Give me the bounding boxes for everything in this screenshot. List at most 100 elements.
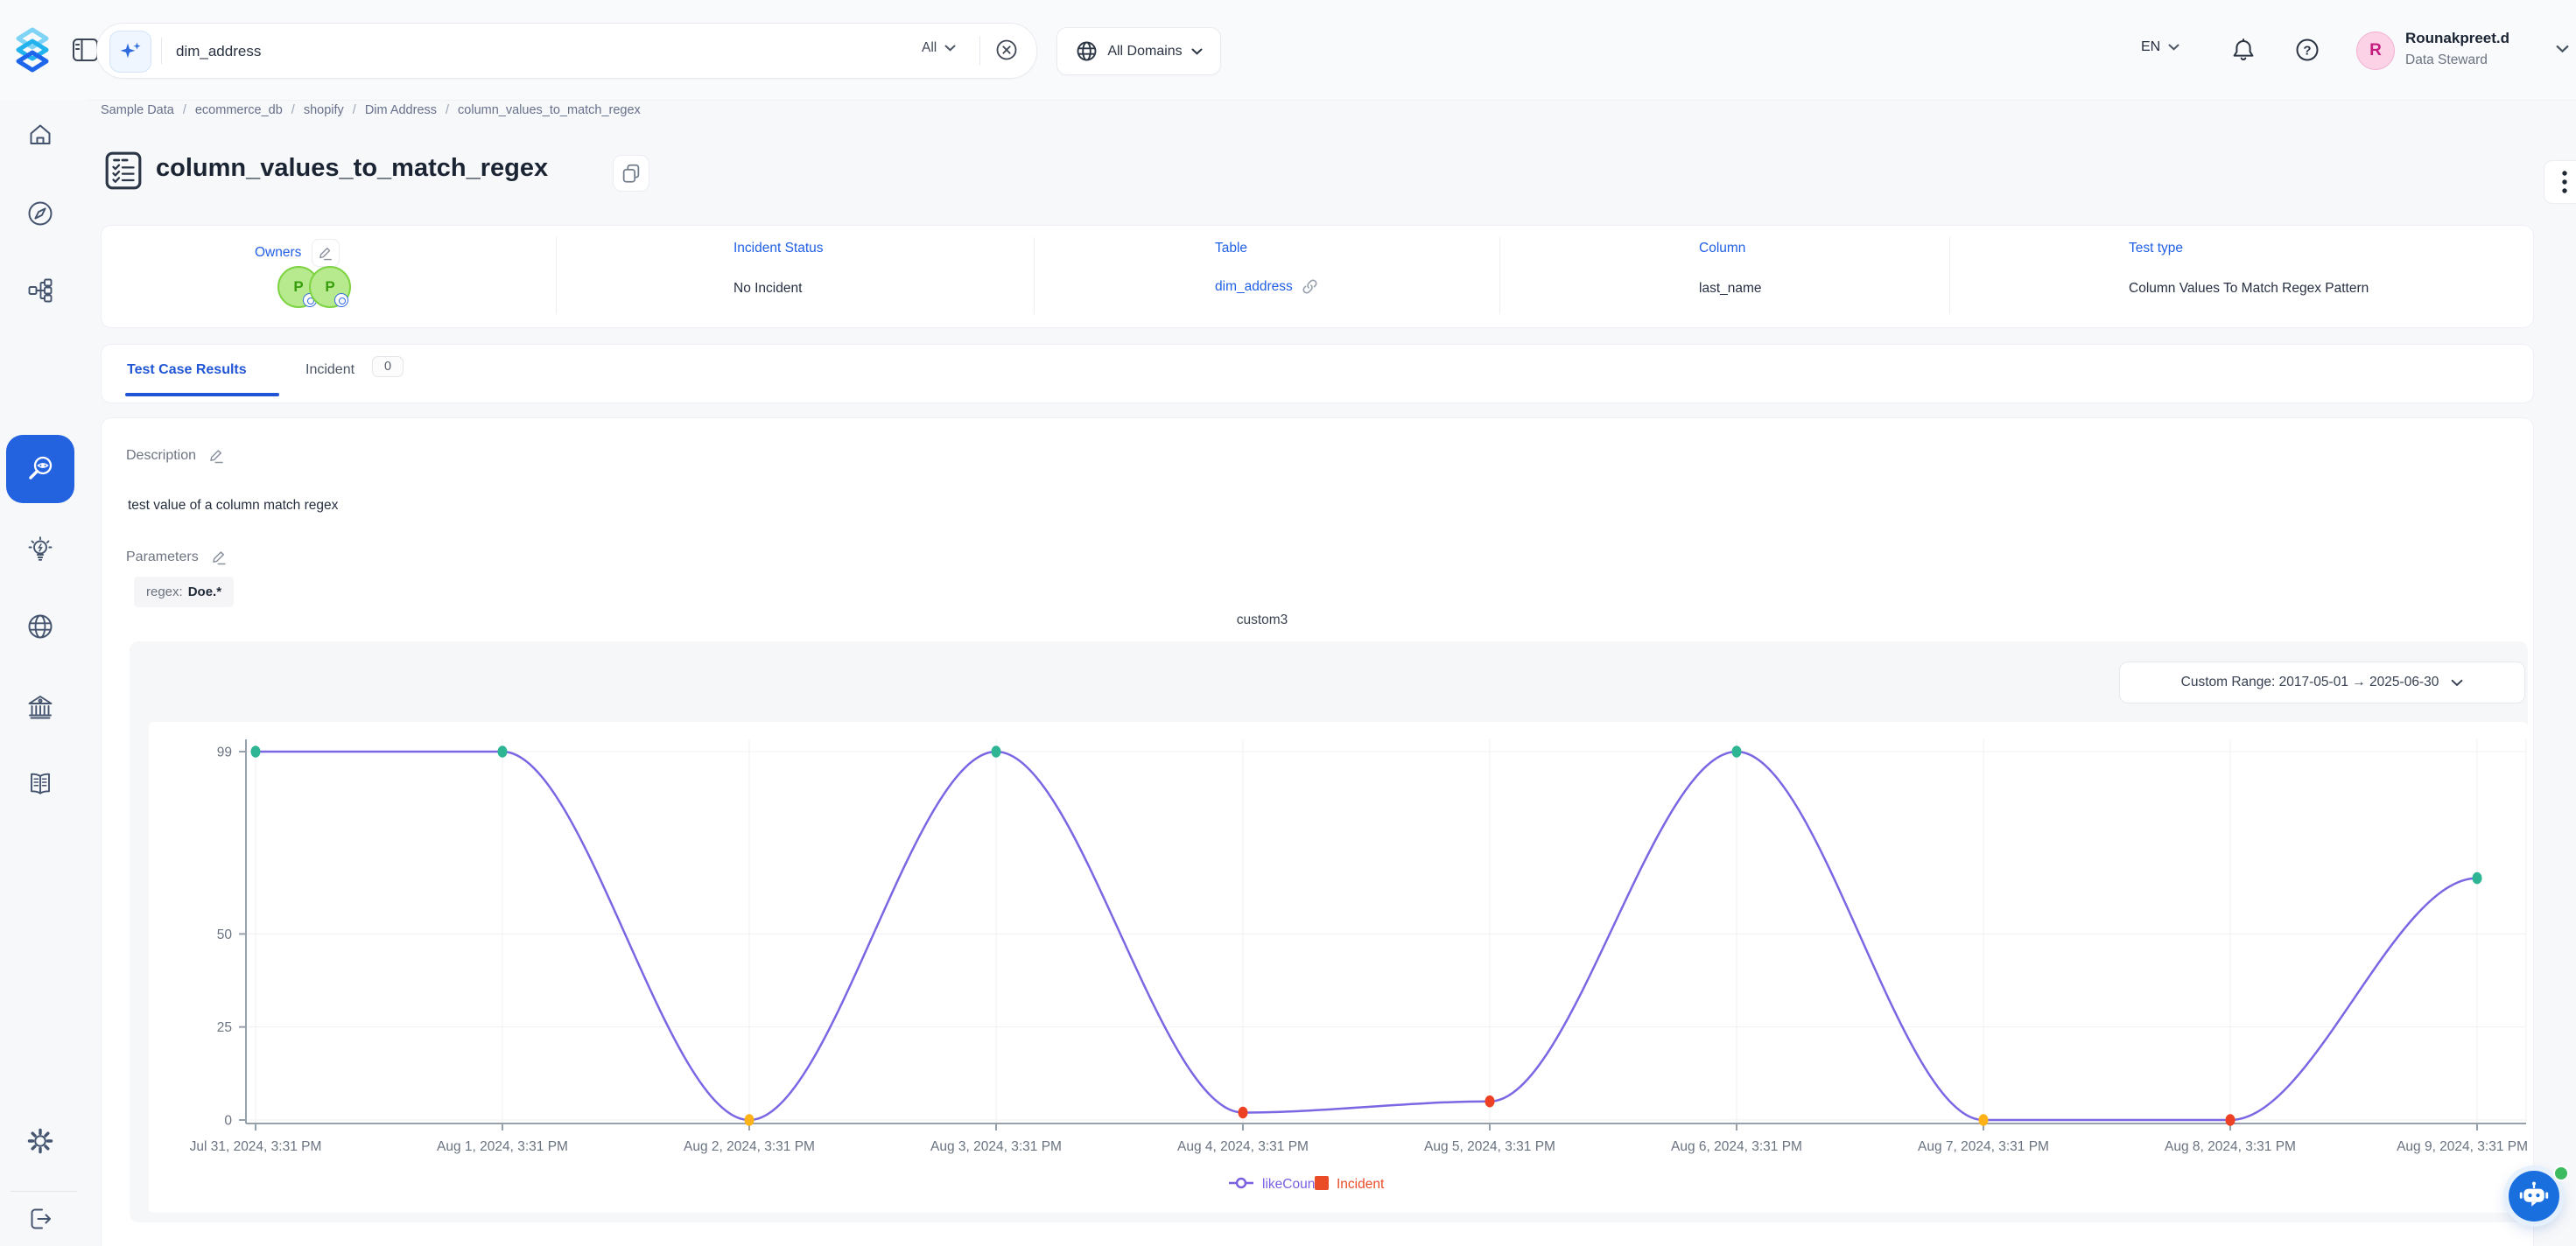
search-divider [161,38,162,64]
data-point[interactable] [1979,1114,1989,1126]
owner-initial: P [325,278,334,296]
test-type-value: Column Values To Match Regex Pattern [2129,281,2369,297]
legend-incident[interactable]: Incident [1337,1177,1385,1192]
copy-icon [620,162,642,185]
legend-likecount[interactable]: likeCount [1262,1177,1319,1192]
observability-magnifier-eye-icon [23,452,58,486]
chevron-down-icon [944,45,956,52]
user-menu-chevron-icon[interactable] [2556,45,2569,53]
x-tick-label: Aug 6, 2024, 3:31 PM [1671,1139,1802,1154]
data-point[interactable] [1485,1096,1495,1108]
clear-search-icon[interactable] [996,39,1017,60]
breadcrumb-item[interactable]: Dim Address [365,103,437,117]
sidebar-item-explore[interactable] [25,199,55,228]
openmetadata-logo[interactable] [12,26,53,75]
x-tick-label: Aug 9, 2024, 3:31 PM [2397,1139,2528,1154]
edit-owners-button[interactable] [312,239,340,267]
chart-plot-area: 0255099Jul 31, 2024, 3:31 PMAug 1, 2024,… [149,722,2528,1213]
user-name: Rounakpreet.d [2405,30,2509,47]
likecount-series-line [256,752,2477,1120]
summary-card: Owners P P Incident Status No Incident T… [101,225,2534,328]
tab-test-case-results[interactable]: Test Case Results [127,362,247,378]
globe-icon [1075,39,1098,63]
owner-badge-icon [334,293,348,307]
sidebar-item-govern[interactable] [25,692,55,722]
breadcrumb-item[interactable]: column_values_to_match_regex [458,103,641,117]
language-selector[interactable]: EN [2141,39,2179,55]
active-tab-underline [125,393,279,396]
all-domains-label: All Domains [1107,44,1182,60]
link-icon [1302,278,1318,295]
tab-incident[interactable]: Incident [305,362,354,378]
ai-search-button[interactable] [109,31,151,73]
user-avatar[interactable]: R [2356,32,2395,70]
data-point[interactable] [745,1114,755,1126]
breadcrumb-item[interactable]: ecommerce_db [195,103,283,117]
edit-parameters-pencil-icon[interactable] [211,549,228,565]
description-text: test value of a column match regex [128,498,338,514]
description-header: Description [126,447,225,464]
table-link[interactable]: dim_address [1215,279,1293,295]
search-input[interactable] [174,36,965,67]
data-point[interactable] [992,746,1001,758]
breadcrumb-item[interactable]: Sample Data [101,103,174,117]
kebab-menu-icon [2560,169,2569,195]
chevron-down-icon [2451,679,2463,687]
assistant-status-dot [2553,1166,2569,1181]
all-domains-button[interactable]: All Domains [1056,27,1221,75]
data-point[interactable] [1239,1107,1248,1119]
data-point[interactable] [1732,746,1742,758]
breadcrumb-item[interactable]: shopify [304,103,344,117]
logout-icon[interactable] [25,1204,55,1234]
incident-status-label: Incident Status [733,241,824,256]
copy-name-button[interactable] [613,155,649,192]
settings-gear-icon[interactable] [25,1126,55,1156]
sidebar-item-glossary[interactable] [25,769,55,799]
top-bar: All All Domains EN [0,0,2576,101]
parameters-label: Parameters [126,550,199,565]
search-scope-dropdown[interactable]: All [922,40,956,56]
sidebar-item-home[interactable] [25,120,55,150]
chevron-down-icon [2168,44,2179,51]
tabs-bar: Test Case Results Incident 0 [101,344,2534,403]
x-tick-label: Aug 8, 2024, 3:31 PM [2165,1139,2296,1154]
breadcrumb-separator: / [183,103,186,117]
summary-divider [1034,237,1035,314]
sidebar-item-insights[interactable] [25,535,55,564]
chart-title: custom3 [0,612,2524,628]
x-tick-label: Aug 1, 2024, 3:31 PM [437,1139,568,1154]
sidebar-item-lineage[interactable] [25,276,55,305]
owners-header: Owners [255,239,340,267]
x-tick-label: Aug 3, 2024, 3:31 PM [930,1139,1062,1154]
app-root: All All Domains EN [0,0,2576,1246]
description-label: Description [126,448,196,464]
ai-assistant-button[interactable] [2509,1171,2559,1222]
sidebar-divider [11,1191,77,1192]
y-tick-label: 99 [217,746,232,760]
data-point[interactable] [498,746,508,758]
breadcrumb-separator: / [291,103,295,117]
robot-icon [2517,1180,2551,1213]
more-actions-button[interactable] [2544,160,2576,204]
svg-text:?: ? [2303,44,2311,59]
sidebar-item-observability-active[interactable] [6,435,74,503]
column-label: Column [1699,241,1745,256]
search-scope-label: All [922,40,937,56]
owner-initial: P [293,278,303,296]
time-range-dropdown[interactable]: Custom Range: 2017-05-01 → 2025-06-30 [2119,662,2525,704]
test-results-line-chart: 0255099Jul 31, 2024, 3:31 PMAug 1, 2024,… [149,722,2528,1213]
notifications-bell-icon[interactable] [2229,36,2257,64]
test-type-label: Test type [2129,241,2183,256]
y-tick-label: 50 [217,928,233,942]
help-icon[interactable]: ? [2293,36,2321,64]
data-point[interactable] [2226,1114,2236,1126]
parameter-chip: regex:Doe.* [134,577,234,607]
x-tick-label: Jul 31, 2024, 3:31 PM [190,1139,322,1154]
data-point[interactable] [2473,872,2482,885]
test-case-icon [103,150,144,191]
owner-avatar[interactable]: P [309,266,351,308]
language-label: EN [2141,39,2160,55]
data-point[interactable] [251,746,261,758]
table-label: Table [1215,241,1247,256]
edit-description-pencil-icon[interactable] [208,447,225,464]
